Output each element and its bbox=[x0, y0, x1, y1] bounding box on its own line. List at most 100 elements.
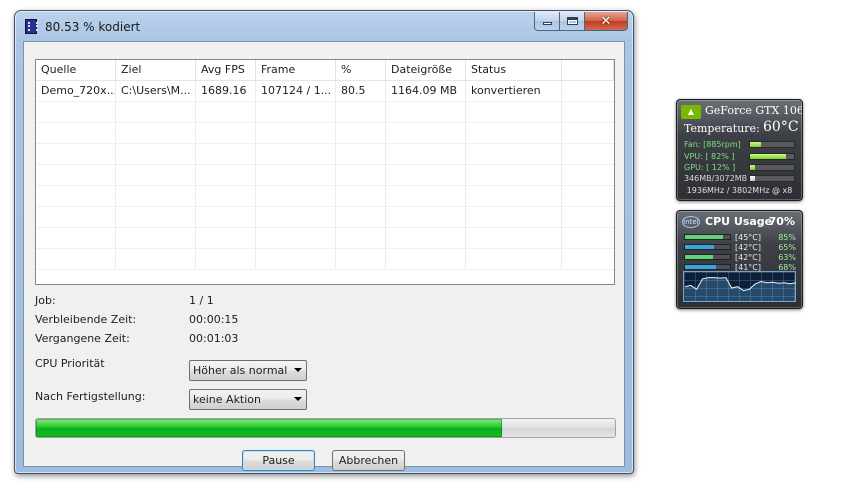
core-4-bar bbox=[684, 264, 731, 270]
empty-cell bbox=[196, 249, 256, 269]
gpu-vpu-label: VPU: [ 82% ] bbox=[684, 152, 735, 161]
empty-table-row bbox=[36, 144, 614, 165]
core-1-bar bbox=[684, 234, 731, 240]
empty-cell bbox=[256, 207, 336, 227]
core-1-percent: 85% bbox=[778, 233, 796, 242]
minimize-icon bbox=[542, 22, 552, 25]
close-button[interactable]: ✕ bbox=[585, 12, 628, 31]
core-2-bar bbox=[684, 244, 731, 250]
empty-cell bbox=[562, 228, 614, 248]
cpu-usage-title: CPU Usage bbox=[705, 215, 773, 228]
empty-cell bbox=[386, 144, 466, 164]
empty-cell bbox=[196, 165, 256, 185]
empty-cell bbox=[116, 123, 196, 143]
empty-cell bbox=[562, 144, 614, 164]
empty-cell bbox=[36, 165, 116, 185]
empty-cell bbox=[466, 228, 562, 248]
empty-cell bbox=[336, 123, 386, 143]
cpu-usage-gadget[interactable]: intel CPU Usage 70% [45°C] 85% [42°C] 65… bbox=[676, 210, 803, 309]
gpu-fan-label: Fan: [885rpm] bbox=[684, 140, 741, 149]
gpu-memory-bar-fill bbox=[750, 176, 755, 181]
cell-dateigroesse: 1164.09 MB bbox=[386, 81, 466, 101]
empty-cell bbox=[116, 165, 196, 185]
empty-cell bbox=[386, 165, 466, 185]
column-header-percent[interactable]: % bbox=[336, 60, 386, 80]
empty-cell bbox=[386, 102, 466, 122]
cell-status: konvertieren bbox=[466, 81, 562, 101]
core-3-temp: [42°C] bbox=[735, 253, 762, 262]
column-header-quelle[interactable]: Quelle bbox=[36, 60, 116, 80]
column-header-status[interactable]: Status bbox=[466, 60, 562, 80]
pause-button[interactable]: Pause bbox=[242, 450, 315, 471]
empty-cell bbox=[466, 165, 562, 185]
empty-cell bbox=[36, 123, 116, 143]
caption-buttons: ✕ bbox=[534, 12, 628, 31]
empty-cell bbox=[336, 165, 386, 185]
empty-cell bbox=[196, 102, 256, 122]
cell-ziel: C:\Users\M... bbox=[116, 81, 196, 101]
maximize-icon bbox=[566, 17, 578, 25]
empty-cell bbox=[386, 123, 466, 143]
core-4-bar-fill bbox=[685, 265, 716, 269]
film-icon bbox=[25, 19, 38, 34]
remaining-time-label: Verbleibende Zeit: bbox=[35, 313, 137, 326]
empty-cell bbox=[36, 249, 116, 269]
cpu-history-line bbox=[684, 277, 797, 302]
empty-cell bbox=[196, 186, 256, 206]
cpu-priority-label: CPU Priorität bbox=[35, 357, 105, 370]
core-1-bar-fill bbox=[685, 235, 724, 239]
empty-cell bbox=[466, 102, 562, 122]
empty-cell bbox=[256, 165, 336, 185]
jobs-list[interactable]: Quelle Ziel Avg FPS Frame % Dateigröße S… bbox=[35, 59, 615, 285]
empty-table-row bbox=[36, 123, 614, 144]
empty-cell bbox=[466, 207, 562, 227]
empty-cell bbox=[196, 207, 256, 227]
empty-cell bbox=[256, 144, 336, 164]
progress-fill bbox=[36, 419, 503, 437]
title-bar[interactable]: 80.53 % kodiert ✕ bbox=[15, 11, 633, 41]
column-header-avg-fps[interactable]: Avg FPS bbox=[196, 60, 256, 80]
gpu-fan-bar-fill bbox=[750, 142, 761, 147]
empty-cell bbox=[256, 102, 336, 122]
cpu-history-graph bbox=[683, 271, 797, 302]
core-3-bar-fill bbox=[685, 255, 714, 259]
gpu-temperature-value: 60°C bbox=[763, 119, 799, 135]
cell-quelle: Demo_720x... bbox=[36, 81, 116, 101]
nvidia-logo-icon: ▲ bbox=[681, 105, 701, 119]
empty-cell bbox=[256, 228, 336, 248]
gpu-vpu-bar bbox=[749, 153, 795, 160]
job-label: Job: bbox=[35, 294, 56, 307]
empty-cell bbox=[196, 144, 256, 164]
empty-cell bbox=[386, 186, 466, 206]
cancel-button[interactable]: Abbrechen bbox=[332, 450, 405, 471]
after-completion-dropdown[interactable]: keine Aktion bbox=[189, 389, 307, 410]
core-1-temp: [45°C] bbox=[735, 233, 762, 242]
empty-cell bbox=[562, 249, 614, 269]
empty-table-row bbox=[36, 249, 614, 270]
empty-cell bbox=[36, 186, 116, 206]
column-header-ziel[interactable]: Ziel bbox=[116, 60, 196, 80]
gpu-memory-label: 346MB/3072MB bbox=[684, 174, 748, 183]
core-2-bar-fill bbox=[685, 245, 715, 249]
after-completion-label: Nach Fertigstellung: bbox=[35, 390, 146, 403]
after-completion-value: keine Aktion bbox=[193, 393, 262, 406]
table-row[interactable]: Demo_720x... C:\Users\M... 1689.16 10712… bbox=[36, 81, 614, 102]
intel-logo-icon: intel bbox=[682, 216, 700, 228]
empty-cell bbox=[36, 144, 116, 164]
chevron-down-icon bbox=[294, 397, 302, 401]
core-2-percent: 65% bbox=[778, 243, 796, 252]
empty-cell bbox=[36, 228, 116, 248]
empty-table-row bbox=[36, 165, 614, 186]
chevron-down-icon bbox=[294, 368, 302, 372]
core-2-temp: [42°C] bbox=[735, 243, 762, 252]
empty-cell bbox=[256, 186, 336, 206]
cpu-priority-dropdown[interactable]: Höher als normal bbox=[189, 360, 307, 381]
maximize-button[interactable] bbox=[560, 12, 585, 31]
empty-cell bbox=[466, 123, 562, 143]
gpu-monitor-gadget[interactable]: ▲ GeForce GTX 1060 Temperature: 60°C Fan… bbox=[676, 99, 803, 201]
column-header-dateigroesse[interactable]: Dateigröße bbox=[386, 60, 466, 80]
column-header-frame[interactable]: Frame bbox=[256, 60, 336, 80]
cell-frame: 107124 / 1... bbox=[256, 81, 336, 101]
minimize-button[interactable] bbox=[534, 12, 560, 31]
empty-cell bbox=[116, 249, 196, 269]
